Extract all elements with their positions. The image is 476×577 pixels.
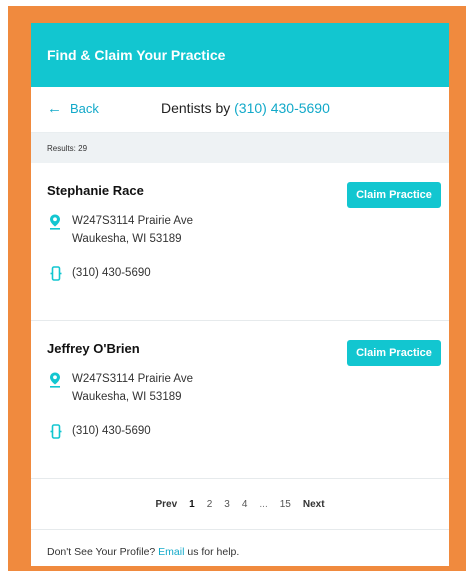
back-label: Back <box>70 101 99 116</box>
footer-suffix: us for help. <box>187 546 240 558</box>
dentist-name[interactable]: Jeffrey O'Brien <box>47 341 140 356</box>
arrow-left-icon: ← <box>47 100 62 117</box>
dentist-name[interactable]: Stephanie Race <box>47 183 144 198</box>
list-item: Stephanie Race Claim Practice W247S3114 … <box>31 163 449 321</box>
page-4-button[interactable]: 4 <box>236 499 254 510</box>
prev-page-button[interactable]: Prev <box>149 499 183 510</box>
page-title: Find & Claim Your Practice <box>47 47 226 63</box>
pagination: Prev 1 2 3 4 ... 15 Next <box>31 480 449 530</box>
subtitle-prefix: Dentists by <box>161 100 231 116</box>
back-link[interactable]: ← Back <box>47 101 99 116</box>
subtitle-phone[interactable]: (310) 430-5690 <box>234 100 330 116</box>
address-line-1: W247S3114 Prairie Ave <box>72 373 194 385</box>
page-3-button[interactable]: 3 <box>218 499 236 510</box>
pagination-ellipsis: ... <box>259 499 268 510</box>
footer-prefix: Don't See Your Profile? <box>47 546 156 558</box>
address-line-2: Waukesha, WI 53189 <box>72 233 182 245</box>
nav-bar: ← Back Dentists by (310) 430-5690 <box>31 87 449 133</box>
results-count: Results: 29 <box>47 143 88 153</box>
address-line-2: Waukesha, WI 53189 <box>72 391 182 403</box>
map-pin-icon <box>49 214 61 235</box>
list-item: Jeffrey O'Brien Claim Practice W247S3114… <box>31 321 449 479</box>
phone-number[interactable]: (310) 430-5690 <box>72 267 151 279</box>
claim-practice-button[interactable]: Claim Practice <box>347 182 441 208</box>
help-footer: Don't See Your Profile? Email us for hel… <box>31 530 449 566</box>
search-subtitle: Dentists by (310) 430-5690 <box>161 100 330 116</box>
mobile-phone-icon <box>50 424 62 445</box>
phone-number[interactable]: (310) 430-5690 <box>72 425 151 437</box>
page-15-button[interactable]: 15 <box>274 499 297 510</box>
page-2-button[interactable]: 2 <box>201 499 219 510</box>
address-line-1: W247S3114 Prairie Ave <box>72 215 194 227</box>
next-page-button[interactable]: Next <box>297 499 331 510</box>
claim-practice-button[interactable]: Claim Practice <box>347 340 441 366</box>
mobile-phone-icon <box>50 266 62 287</box>
results-count-bar: Results: 29 <box>31 133 449 163</box>
email-link[interactable]: Email <box>158 546 184 558</box>
address: W247S3114 Prairie Ave Waukesha, WI 53189 <box>72 370 193 406</box>
map-pin-icon <box>49 372 61 393</box>
header-bar: Find & Claim Your Practice <box>31 23 449 87</box>
address: W247S3114 Prairie Ave Waukesha, WI 53189 <box>72 212 193 248</box>
orange-frame: Find & Claim Your Practice ← Back Dentis… <box>8 6 466 571</box>
page-1-button[interactable]: 1 <box>183 499 201 510</box>
practice-finder-card: Find & Claim Your Practice ← Back Dentis… <box>31 23 449 566</box>
